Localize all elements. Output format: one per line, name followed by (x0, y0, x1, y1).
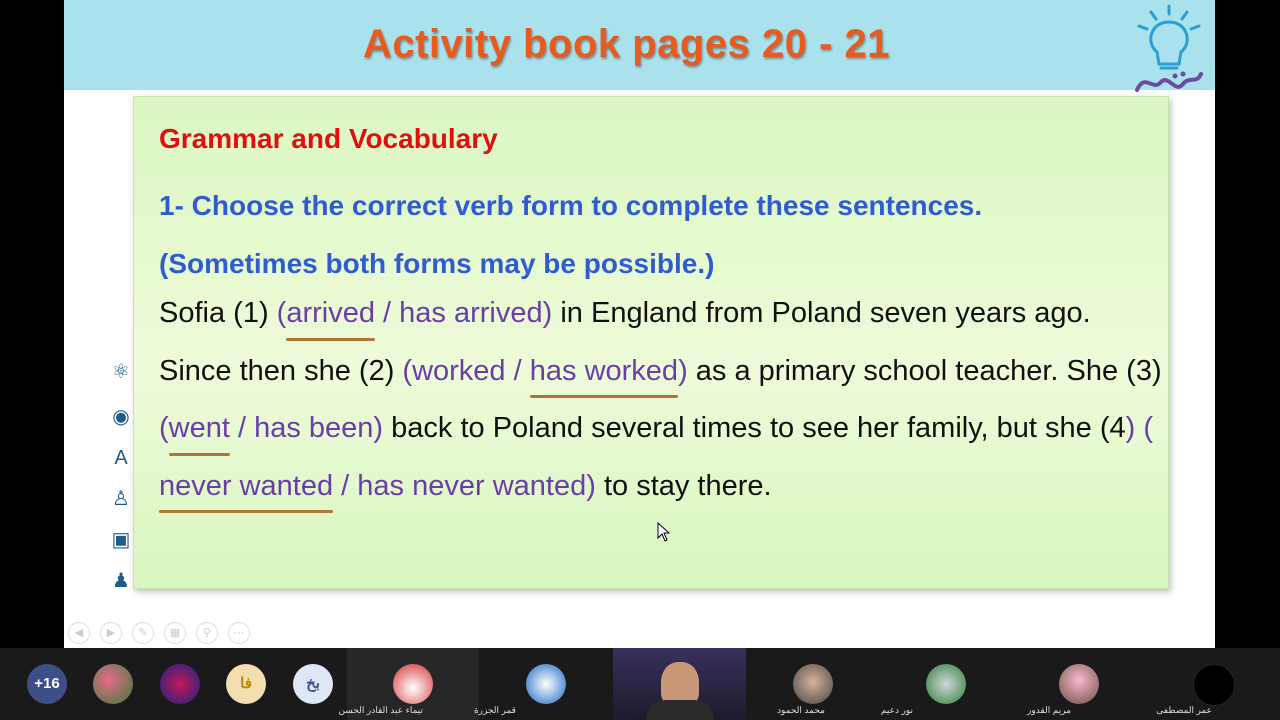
presenter-body (646, 700, 714, 720)
participant-tile[interactable]: فا (225, 648, 267, 720)
option-paren: ) ( (1125, 412, 1154, 444)
avatar (1059, 664, 1099, 704)
more-icon[interactable]: ⋯ (228, 622, 250, 644)
title-bar: Activity book pages 20 - 21 (64, 0, 1215, 92)
option-group-1: (arrived / has arrived) (276, 297, 553, 341)
exercise-instruction: 1- Choose the correct verb form to compl… (159, 177, 1159, 293)
letters-icon: A (114, 447, 128, 469)
section-heading: Grammar and Vocabulary (159, 123, 498, 154)
overflow-count-badge[interactable]: +16 (27, 664, 67, 704)
participant-name: نور دعيم (880, 705, 913, 715)
option-group-3: (went / has been) (159, 412, 384, 456)
option-alt: (worked / (402, 354, 530, 387)
option-rest: / has been) (229, 412, 384, 444)
mouse-cursor-icon (657, 522, 671, 542)
participant-tile[interactable] (92, 648, 134, 720)
avatar (793, 664, 833, 704)
option-paren: ( (276, 297, 287, 329)
participant-name: عمر المصطفى (1156, 705, 1212, 715)
passage-text: Sofia (1) (159, 297, 277, 329)
lightbulb-logo-icon (1135, 4, 1203, 92)
zoom-icon[interactable]: ⚲ (196, 622, 218, 644)
person-icon: ♟ (112, 570, 130, 592)
selected-answer-4: never wanted (159, 458, 334, 516)
avatar: بخ (293, 664, 333, 704)
avatar (526, 664, 566, 704)
participant-tile[interactable]: تيماء عبد القادر الحسن (338, 648, 479, 720)
participant-name: قمر الجزرة (473, 705, 516, 715)
participant-name: تيماء عبد القادر الحسن (338, 705, 423, 715)
participant-name: محمد الحمود (777, 705, 825, 715)
brain-icon: ◉ (112, 406, 130, 428)
slide-title: Activity book pages 20 - 21 (362, 22, 890, 66)
option-paren: ) (678, 354, 688, 387)
participant-tile[interactable]: عمر المصطفى (1146, 648, 1280, 720)
passage-text: as a primary school teacher. She (3) (687, 354, 1162, 387)
participant-tile[interactable]: محمد الحمود (747, 648, 879, 720)
participant-tile[interactable]: نور دعيم (880, 648, 1012, 720)
option-group-2: (worked / has worked) (402, 354, 688, 398)
avatar (393, 664, 433, 704)
option-rest: / has arrived) (375, 297, 553, 329)
participant-tile[interactable]: بخ (292, 648, 334, 720)
passage-text: back to Poland several times to see her … (383, 412, 1126, 444)
monitor-user-icon: ▣ (111, 529, 131, 551)
option-rest: / has never wanted) (333, 469, 596, 502)
exercise-passage: Sofia (1) (arrived / has arrived) in Eng… (159, 285, 1164, 515)
selected-answer-2: has worked (529, 343, 679, 401)
teacher-icon: ♙ (112, 488, 130, 510)
participant-tile[interactable] (159, 648, 201, 720)
exercise-card: Grammar and Vocabulary 1- Choose the cor… (133, 96, 1169, 589)
atom-icon: ⚛ (112, 361, 130, 383)
forward-icon[interactable]: ▶ (100, 622, 122, 644)
presenter-video-tile[interactable] (613, 648, 746, 720)
avatar (926, 664, 966, 704)
avatar (93, 664, 133, 704)
participant-tile[interactable]: مريم القدور (1013, 648, 1145, 720)
instruction-line-1: 1- Choose the correct verb form to compl… (159, 190, 983, 221)
presentation-slide: Activity book pages 20 - 21 ⚛ ◉ A ♙ ▣ ♟ … (64, 0, 1215, 648)
avatar: فا (226, 664, 266, 704)
avatar (160, 664, 200, 704)
participant-name: مريم القدور (1027, 705, 1071, 715)
passage-text: to stay there. (595, 469, 772, 502)
pen-icon[interactable]: ✎ (132, 622, 154, 644)
avatar (1193, 664, 1235, 706)
selected-answer-3: went (168, 400, 231, 458)
slides-icon[interactable]: ▦ (164, 622, 186, 644)
option-paren: ( (159, 412, 169, 444)
selected-answer-1: arrived (286, 285, 375, 343)
participant-overflow-tile[interactable]: +16 (0, 648, 92, 720)
back-icon[interactable]: ◀ (68, 622, 90, 644)
participants-strip: +16 فا بخ تيماء عبد القادر الحسن قمر الج… (0, 648, 1280, 720)
participant-tile[interactable]: قمر الجزرة (474, 648, 612, 720)
